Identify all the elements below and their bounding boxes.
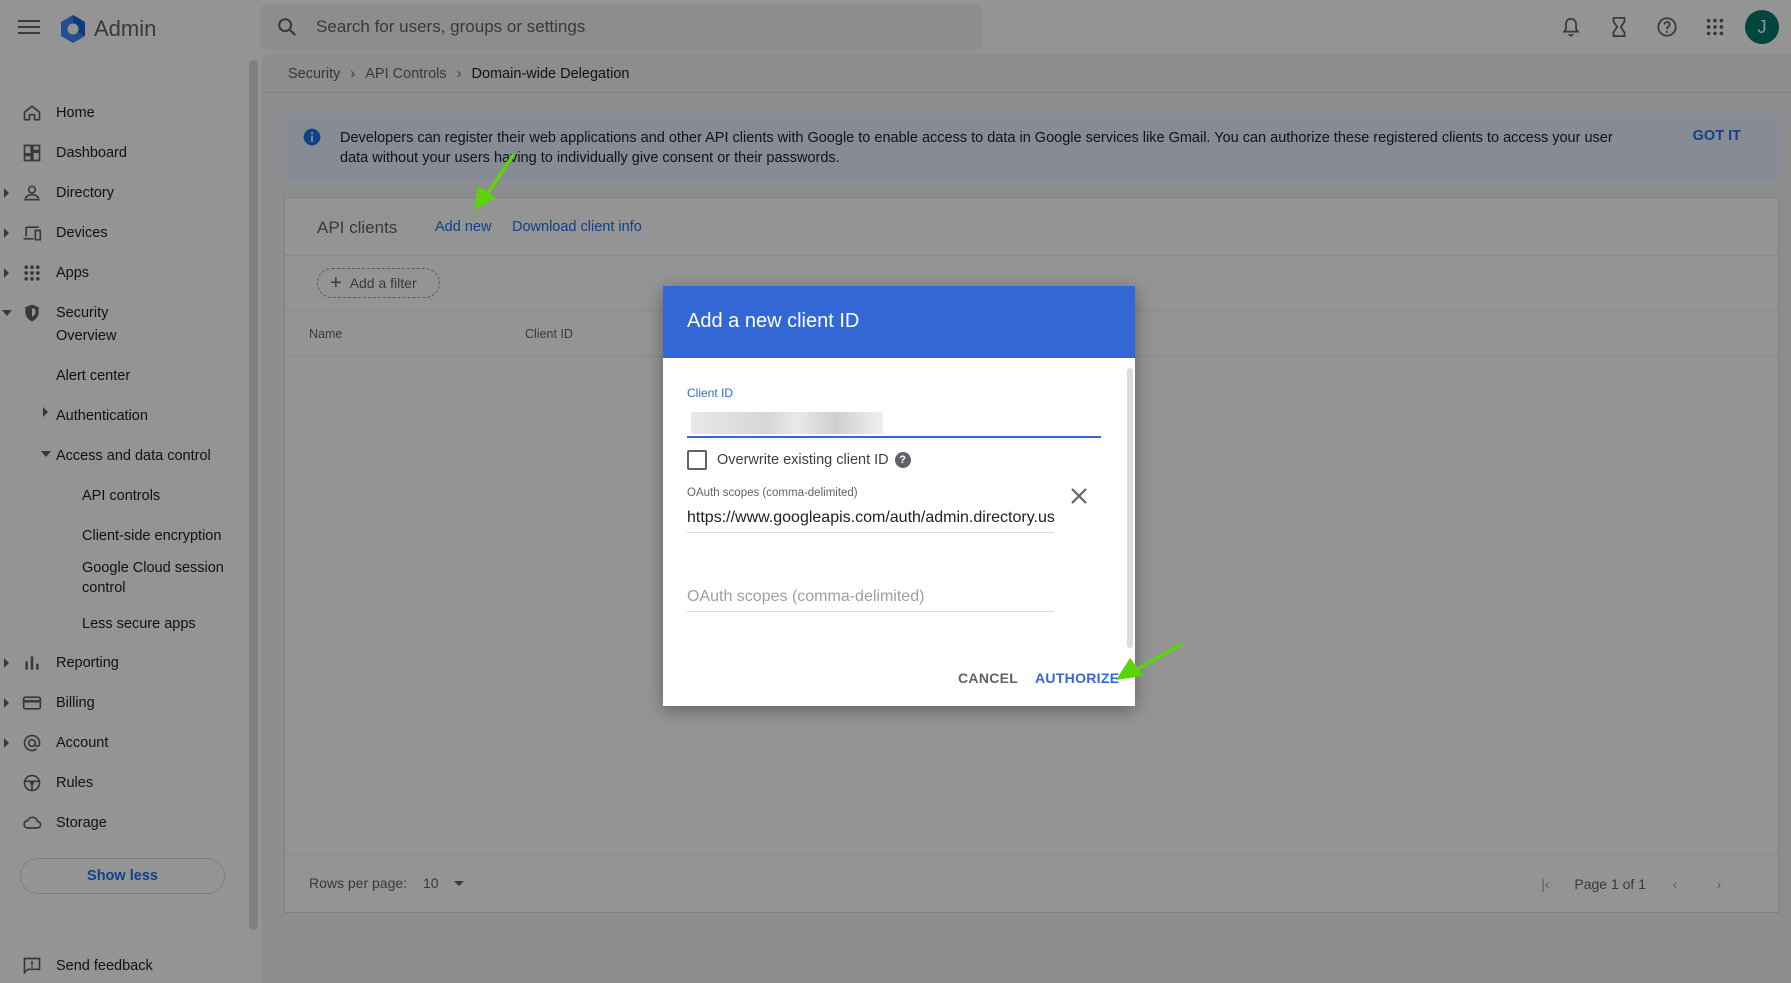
overwrite-row: Overwrite existing client ID ? (687, 450, 911, 470)
add-client-id-dialog: Add a new client ID Client ID Overwrite … (663, 286, 1135, 706)
cancel-button[interactable]: CANCEL (958, 670, 1018, 686)
authorize-button[interactable]: AUTHORIZE (1035, 670, 1119, 686)
oauth-scope-input-2[interactable] (687, 582, 1054, 611)
help-icon[interactable]: ? (894, 452, 911, 468)
remove-scope-close-icon[interactable] (1067, 484, 1091, 508)
client-id-field-wrapper (687, 408, 1101, 438)
dialog-header: Add a new client ID (663, 286, 1135, 358)
annotation-arrow-icon (474, 153, 516, 210)
scope-label: OAuth scopes (comma-delimited) (687, 487, 858, 499)
annotation-arrow-icon (1116, 642, 1183, 680)
redacted-client-id (691, 412, 883, 434)
overwrite-checkbox[interactable] (687, 450, 707, 470)
oauth-scope-input-1[interactable] (687, 503, 1054, 532)
dialog-title: Add a new client ID (687, 310, 860, 332)
scope-field-1-wrapper (687, 503, 1054, 533)
overwrite-label: Overwrite existing client ID (717, 452, 889, 468)
client-id-label: Client ID (687, 386, 734, 400)
dialog-scrollbar[interactable] (1127, 368, 1133, 648)
scope-field-2-wrapper (687, 582, 1054, 612)
